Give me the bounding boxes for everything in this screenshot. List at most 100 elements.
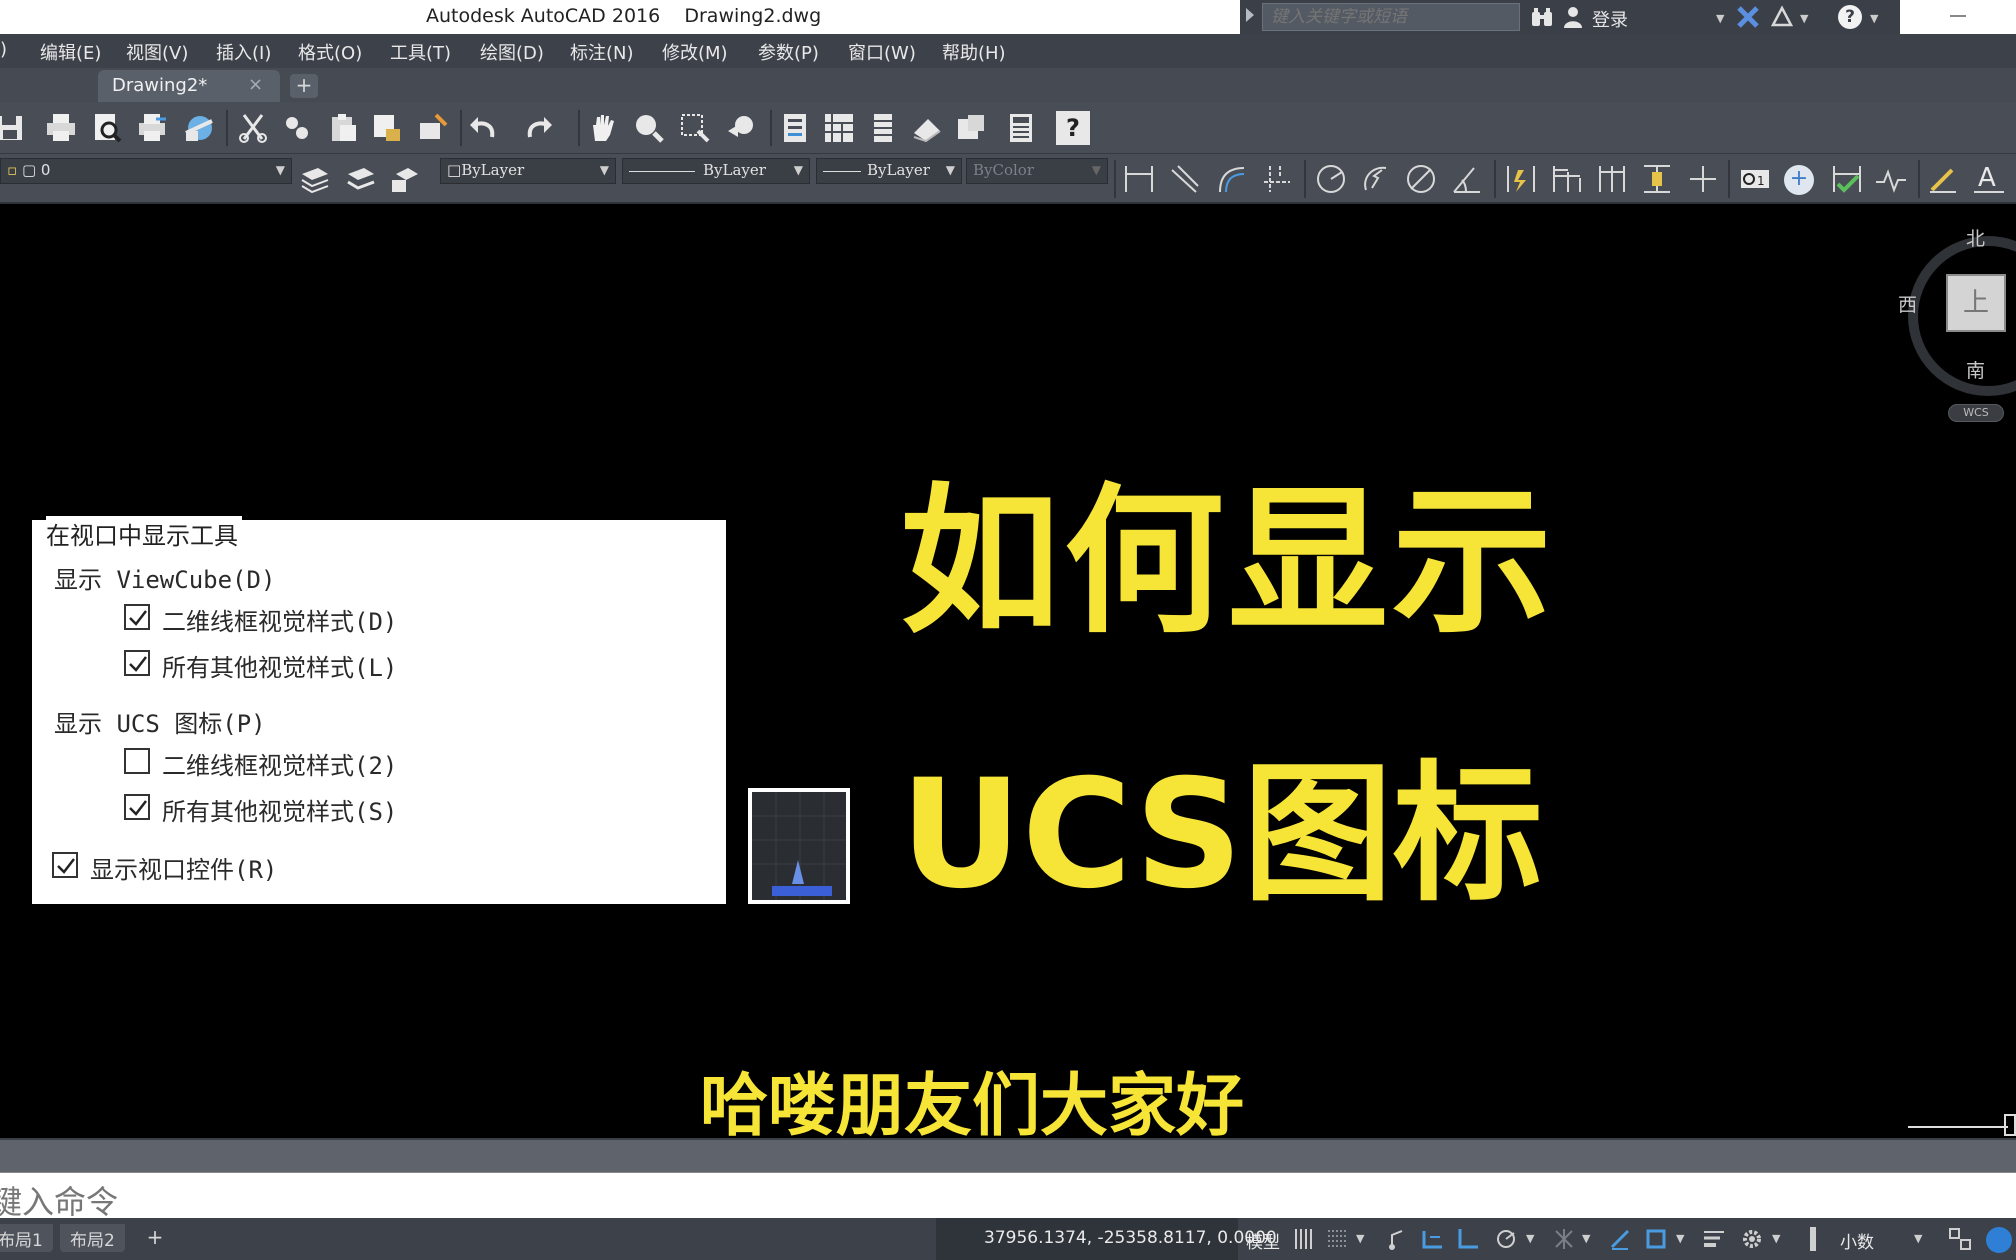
- properties-icon[interactable]: [778, 111, 812, 145]
- viewcube-2d-label[interactable]: 二维线框视觉样式(D): [162, 602, 397, 637]
- customization-icon[interactable]: [1986, 1227, 2012, 1253]
- zoom-realtime-icon[interactable]: [632, 111, 666, 145]
- plot-preview-icon[interactable]: [90, 111, 124, 145]
- menu-item-parametric[interactable]: 参数(P): [758, 39, 819, 65]
- dimension-space-icon[interactable]: [1640, 162, 1674, 196]
- annotation-scale-icon[interactable]: [1810, 1227, 1816, 1251]
- match-properties-icon[interactable]: [370, 111, 404, 145]
- menu-item-view[interactable]: 视图(V): [126, 39, 188, 65]
- menu-item-edit[interactable]: 编辑(E): [40, 39, 101, 65]
- radius-dimension-icon[interactable]: [1314, 162, 1348, 196]
- chevron-down-icon[interactable]: ▼: [1772, 1227, 1796, 1251]
- zoom-window-icon[interactable]: [678, 111, 712, 145]
- menu-item-insert[interactable]: 插入(I): [216, 39, 271, 65]
- cut-icon[interactable]: [236, 111, 270, 145]
- make-current-layer-icon[interactable]: [344, 162, 378, 196]
- chevron-down-icon[interactable]: ▼: [1356, 1227, 1380, 1251]
- snap-icon[interactable]: [1326, 1227, 1350, 1251]
- grid-icon[interactable]: [1292, 1227, 1316, 1251]
- expand-arrow-icon[interactable]: [1246, 8, 1254, 22]
- chevron-down-icon[interactable]: ▼: [1526, 1227, 1550, 1251]
- inspection-icon[interactable]: [1830, 162, 1864, 196]
- ortho-icon[interactable]: [1456, 1227, 1480, 1251]
- zoom-previous-icon[interactable]: [724, 111, 758, 145]
- lineweight-display-icon[interactable]: [1702, 1227, 1726, 1251]
- continue-dimension-icon[interactable]: [1596, 162, 1630, 196]
- ucs-other-checkbox[interactable]: [124, 794, 150, 820]
- dimension-edit-icon[interactable]: [1926, 162, 1960, 196]
- object-snap-tracking-icon[interactable]: [1608, 1227, 1632, 1251]
- object-snap-icon[interactable]: [1644, 1227, 1668, 1251]
- menu-item-partial[interactable]: ): [0, 39, 7, 60]
- viewcube-other-checkbox[interactable]: [124, 650, 150, 676]
- a360-icon[interactable]: [1770, 5, 1794, 29]
- minimize-button[interactable]: [1950, 15, 1966, 17]
- units-selector[interactable]: 小数: [1840, 1228, 1874, 1253]
- user-icon[interactable]: [1562, 5, 1584, 29]
- linear-dimension-icon[interactable]: [1122, 162, 1156, 196]
- help-icon[interactable]: ?: [1838, 5, 1862, 29]
- dimension-break-icon[interactable]: [1686, 162, 1720, 196]
- undo-icon[interactable]: [466, 111, 500, 145]
- quick-dimension-icon[interactable]: [1504, 162, 1538, 196]
- jogged-dimension-icon[interactable]: [1358, 162, 1392, 196]
- dynamic-input-icon[interactable]: [1420, 1227, 1444, 1251]
- quickcalc-icon[interactable]: [1004, 111, 1038, 145]
- viewcube-top-face[interactable]: 上: [1946, 274, 2006, 332]
- layer-combo[interactable]: ▫ ▢ 0 ▼: [0, 158, 292, 184]
- plotstyle-combo[interactable]: ByColor ▼: [966, 158, 1108, 184]
- isodraft-icon[interactable]: [1552, 1227, 1576, 1251]
- layer-previous-icon[interactable]: [388, 162, 422, 196]
- viewcube-2d-checkbox[interactable]: [124, 604, 150, 630]
- design-center-icon[interactable]: [822, 111, 856, 145]
- chevron-down-icon[interactable]: ▼: [1870, 12, 1878, 25]
- viewport-controls-label[interactable]: 显示视口控件(R): [90, 850, 277, 885]
- viewcube-west-label[interactable]: 西: [1898, 290, 1917, 317]
- menu-item-help[interactable]: 帮助(H): [942, 39, 1006, 65]
- model-space-toggle[interactable]: 模型: [1246, 1228, 1280, 1253]
- menu-item-modify[interactable]: 修改(M): [662, 39, 728, 65]
- tab-drawing2[interactable]: Drawing2* ×: [98, 70, 280, 102]
- redo-icon[interactable]: [522, 111, 556, 145]
- tolerance-icon[interactable]: 1: [1738, 162, 1772, 196]
- ucs-2d-checkbox[interactable]: [124, 748, 150, 774]
- menu-item-draw[interactable]: 绘图(D): [480, 39, 544, 65]
- chevron-down-icon[interactable]: ▼: [1582, 1227, 1606, 1251]
- jogged-linear-icon[interactable]: [1874, 162, 1908, 196]
- viewcube-north-label[interactable]: 北: [1966, 224, 1985, 251]
- copy-icon[interactable]: [280, 111, 314, 145]
- menu-item-tools[interactable]: 工具(T): [390, 39, 451, 65]
- dimension-text-edit-icon[interactable]: A: [1972, 162, 2006, 196]
- baseline-dimension-icon[interactable]: [1550, 162, 1584, 196]
- lineweight-combo[interactable]: ByLayer ▼: [816, 158, 962, 184]
- command-input[interactable]: 键入命令: [0, 1172, 2016, 1221]
- chevron-down-icon[interactable]: ▼: [1800, 12, 1808, 25]
- print-icon[interactable]: [44, 111, 78, 145]
- angular-dimension-icon[interactable]: [1450, 162, 1484, 196]
- sheet-set-icon[interactable]: [910, 111, 944, 145]
- gear-icon[interactable]: [1740, 1227, 1764, 1251]
- exchange-icon[interactable]: [1736, 5, 1760, 29]
- publish-icon[interactable]: [136, 111, 170, 145]
- new-tab-button[interactable]: +: [290, 74, 318, 98]
- tab-layout2[interactable]: 布局2: [60, 1224, 125, 1252]
- add-layout-button[interactable]: +: [140, 1226, 170, 1250]
- binoculars-icon[interactable]: [1530, 6, 1554, 28]
- chevron-down-icon[interactable]: ▼: [1676, 1227, 1700, 1251]
- center-mark-icon[interactable]: +: [1784, 165, 1814, 195]
- help-icon[interactable]: ?: [1056, 111, 1090, 145]
- viewcube-south-label[interactable]: 南: [1966, 356, 1985, 383]
- menu-item-format[interactable]: 格式(O): [298, 39, 362, 65]
- menu-item-window[interactable]: 窗口(W): [848, 39, 916, 65]
- ordinate-dimension-icon[interactable]: [1260, 162, 1294, 196]
- diameter-dimension-icon[interactable]: [1404, 162, 1438, 196]
- linetype-combo[interactable]: ByLayer ▼: [622, 158, 810, 184]
- arc-length-icon[interactable]: [1214, 162, 1248, 196]
- ucs-other-label[interactable]: 所有其他视觉样式(S): [162, 792, 397, 827]
- infer-constraints-icon[interactable]: [1386, 1227, 1410, 1251]
- coordinate-readout[interactable]: 37956.1374, -25358.8117, 0.0000: [936, 1218, 1277, 1260]
- layer-properties-icon[interactable]: [298, 162, 332, 196]
- aligned-dimension-icon[interactable]: [1168, 162, 1202, 196]
- save-icon[interactable]: [0, 111, 28, 145]
- ucs-2d-label[interactable]: 二维线框视觉样式(2): [162, 746, 397, 781]
